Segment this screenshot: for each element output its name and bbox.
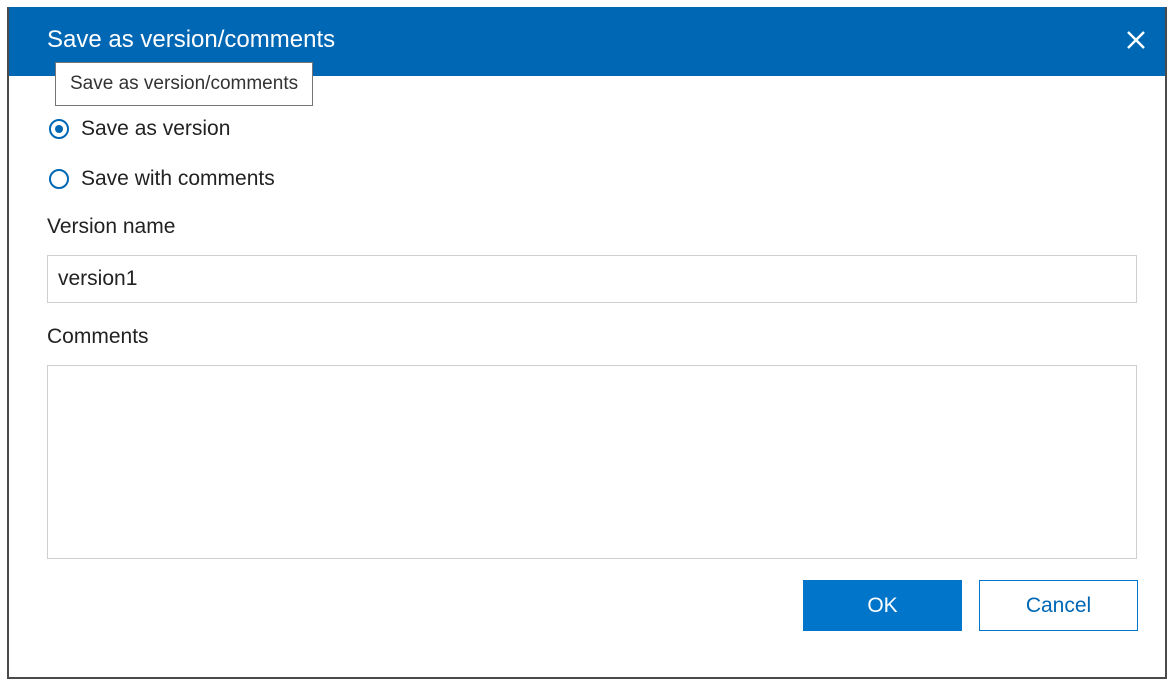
close-icon (1127, 31, 1145, 49)
dialog-title: Save as version/comments (47, 26, 336, 53)
title-tooltip: Save as version/comments (55, 62, 314, 106)
close-button[interactable] (1123, 27, 1149, 53)
radio-save-with-comments[interactable]: Save with comments (49, 165, 275, 193)
cancel-button[interactable]: Cancel (979, 580, 1138, 631)
radio-save-as-version[interactable]: Save as version (49, 115, 230, 143)
comments-label: Comments (47, 325, 149, 348)
save-version-dialog: Save as version/comments Save as version… (7, 7, 1167, 679)
radio-label-save-with-comments: Save with comments (81, 167, 275, 190)
radio-button-checked[interactable] (49, 119, 69, 139)
version-name-input[interactable] (47, 255, 1137, 303)
ok-button[interactable]: OK (803, 580, 962, 631)
radio-button-unchecked[interactable] (49, 169, 69, 189)
version-name-label: Version name (47, 215, 176, 238)
radio-label-save-as-version: Save as version (81, 117, 231, 140)
comments-textarea[interactable] (47, 365, 1137, 559)
